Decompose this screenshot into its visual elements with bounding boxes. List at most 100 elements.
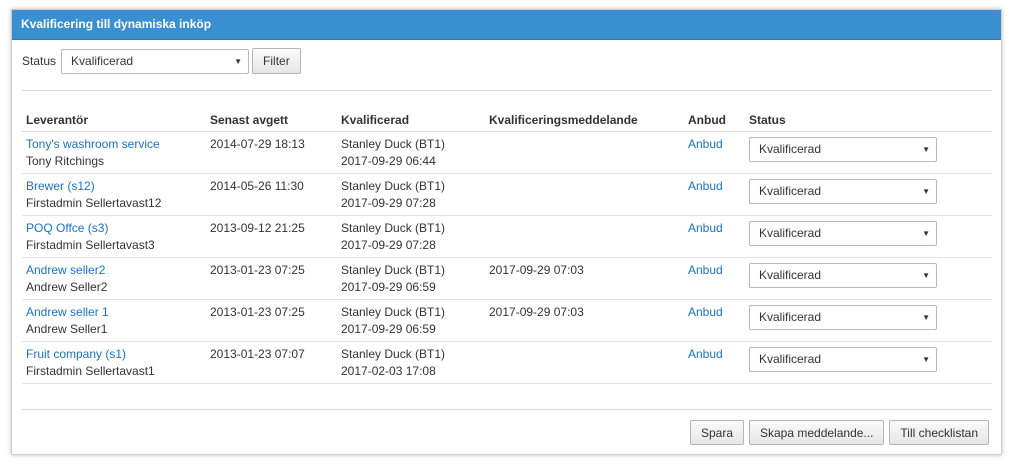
supplier-link[interactable]: Brewer (s12): [26, 179, 95, 193]
row-status-value: Kvalificerad: [759, 142, 822, 156]
chevron-down-icon: ▼: [234, 56, 243, 66]
panel-title: Kvalificering till dynamiska inköp: [12, 10, 1001, 40]
status-cell: Kvalificerad ▼: [745, 215, 992, 258]
qualification-panel: Kvalificering till dynamiska inköp Statu…: [11, 9, 1002, 455]
table-row: POQ Offce (s3) Firstadmin Sellertavast3 20…: [22, 215, 992, 258]
qualified-cell: Stanley Duck (BT1) 2017-09-29 06:59: [337, 299, 485, 342]
column-header-submitted: Senast avgett: [206, 109, 337, 132]
filter-divider: [22, 90, 992, 91]
footer-actions: Spara Skapa meddelande... Till checklist…: [689, 420, 989, 445]
supplier-contact: Firstadmin Sellertavast3: [26, 238, 155, 252]
bid-cell: Anbud: [684, 341, 745, 384]
row-status-value: Kvalificerad: [759, 310, 822, 324]
qualified-by: Stanley Duck (BT1): [341, 263, 446, 277]
table-row: Andrew seller2 Andrew Seller2 2013-01-23 0…: [22, 257, 992, 300]
chevron-down-icon: ▼: [922, 271, 930, 280]
save-button[interactable]: Spara: [689, 420, 744, 445]
supplier-cell: Andrew seller 1 Andrew Seller1: [22, 299, 206, 342]
qualified-cell: Stanley Duck (BT1) 2017-02-03 17:08: [337, 341, 485, 384]
chevron-down-icon: ▼: [922, 355, 930, 364]
supplier-link[interactable]: Andrew seller 1: [26, 305, 109, 319]
row-status-select[interactable]: Kvalificerad ▼: [749, 347, 937, 372]
supplier-link[interactable]: Andrew seller2: [26, 263, 105, 277]
supplier-contact: Tony Ritchings: [26, 154, 105, 168]
bid-link[interactable]: Anbud: [688, 137, 723, 151]
qualified-at: 2017-09-29 07:28: [341, 238, 436, 252]
chevron-down-icon: ▼: [922, 313, 930, 322]
chevron-down-icon: ▼: [922, 187, 930, 196]
row-status-select[interactable]: Kvalificerad ▼: [749, 221, 937, 246]
supplier-cell: Tony's washroom service Tony Ritchings: [22, 131, 206, 174]
qualified-cell: Stanley Duck (BT1) 2017-09-29 06:44: [337, 131, 485, 174]
bid-link[interactable]: Anbud: [688, 263, 723, 277]
bid-cell: Anbud: [684, 131, 745, 174]
supplier-contact: Andrew Seller1: [26, 322, 108, 336]
column-header-bid: Anbud: [684, 109, 745, 132]
column-header-status: Status: [745, 109, 992, 132]
qualified-by: Stanley Duck (BT1): [341, 221, 446, 235]
status-filter-select[interactable]: Kvalificerad ▼: [61, 48, 250, 74]
supplier-contact: Firstadmin Sellertavast12: [26, 196, 162, 210]
status-cell: Kvalificerad ▼: [745, 131, 992, 174]
row-status-value: Kvalificerad: [759, 226, 822, 240]
bid-cell: Anbud: [684, 173, 745, 216]
qualified-cell: Stanley Duck (BT1) 2017-09-29 06:59: [337, 257, 485, 300]
bid-link[interactable]: Anbud: [688, 221, 723, 235]
supplier-contact: Andrew Seller2: [26, 280, 108, 294]
create-message-button[interactable]: Skapa meddelande...: [749, 420, 885, 445]
submitted-cell: 2013-01-23 07:25: [206, 257, 337, 300]
status-filter-label: Status: [22, 54, 57, 68]
status-cell: Kvalificerad ▼: [745, 173, 992, 216]
message-cell: [485, 215, 684, 258]
supplier-link[interactable]: Tony's washroom service: [26, 137, 160, 151]
qualified-cell: Stanley Duck (BT1) 2017-09-29 07:28: [337, 173, 485, 216]
supplier-link[interactable]: POQ Offce (s3): [26, 221, 108, 235]
row-status-select[interactable]: Kvalificerad ▼: [749, 305, 937, 330]
submitted-cell: 2013-01-23 07:07: [206, 341, 337, 384]
qualified-by: Stanley Duck (BT1): [341, 305, 446, 319]
status-cell: Kvalificerad ▼: [745, 341, 992, 384]
table-row: Andrew seller 1 Andrew Seller1 2013-01-23 …: [22, 299, 992, 342]
row-status-select[interactable]: Kvalificerad ▼: [749, 137, 937, 162]
table-row: Fruit company (s1) Firstadmin Sellertavas…: [22, 341, 992, 384]
footer-divider: [22, 409, 992, 410]
row-status-value: Kvalificerad: [759, 352, 822, 366]
to-checklist-button[interactable]: Till checklistan: [889, 420, 989, 445]
table-header-row: Leverantör Senast avgett Kvalificerad Kv…: [22, 109, 992, 132]
qualified-by: Stanley Duck (BT1): [341, 137, 446, 151]
filter-button[interactable]: Filter: [252, 48, 301, 74]
qualified-by: Stanley Duck (BT1): [341, 179, 446, 193]
bid-link[interactable]: Anbud: [688, 347, 723, 361]
bid-cell: Anbud: [684, 215, 745, 258]
bid-cell: Anbud: [684, 299, 745, 342]
qualified-at: 2017-09-29 06:59: [341, 280, 436, 294]
status-cell: Kvalificerad ▼: [745, 299, 992, 342]
supplier-link[interactable]: Fruit company (s1): [26, 347, 126, 361]
qualified-at: 2017-09-29 07:28: [341, 196, 436, 210]
message-cell: [485, 131, 684, 174]
submitted-cell: 2013-01-23 07:25: [206, 299, 337, 342]
qualification-table: Leverantör Senast avgett Kvalificerad Kv…: [22, 109, 992, 384]
message-cell: 2017-09-29 07:03: [485, 299, 684, 342]
column-header-qualified: Kvalificerad: [337, 109, 485, 132]
supplier-cell: POQ Offce (s3) Firstadmin Sellertavast3: [22, 215, 206, 258]
row-status-value: Kvalificerad: [759, 268, 822, 282]
message-cell: [485, 341, 684, 384]
qualified-at: 2017-09-29 06:44: [341, 154, 436, 168]
row-status-select[interactable]: Kvalificerad ▼: [749, 263, 937, 288]
supplier-cell: Brewer (s12) Firstadmin Sellertavast12: [22, 173, 206, 216]
submitted-cell: 2013-09-12 21:25: [206, 215, 337, 258]
row-status-select[interactable]: Kvalificerad ▼: [749, 179, 937, 204]
filter-bar: Status Kvalificerad ▼ Filter: [22, 48, 301, 74]
bid-link[interactable]: Anbud: [688, 305, 723, 319]
qualified-cell: Stanley Duck (BT1) 2017-09-29 07:28: [337, 215, 485, 258]
column-header-message: Kvalificeringsmeddelande: [485, 109, 684, 132]
submitted-cell: 2014-05-26 11:30: [206, 173, 337, 216]
chevron-down-icon: ▼: [922, 145, 930, 154]
supplier-cell: Andrew seller2 Andrew Seller2: [22, 257, 206, 300]
chevron-down-icon: ▼: [922, 229, 930, 238]
qualified-at: 2017-02-03 17:08: [341, 364, 436, 378]
supplier-cell: Fruit company (s1) Firstadmin Sellertavas…: [22, 341, 206, 384]
table-row: Tony's washroom service Tony Ritchings 201…: [22, 131, 992, 174]
bid-link[interactable]: Anbud: [688, 179, 723, 193]
